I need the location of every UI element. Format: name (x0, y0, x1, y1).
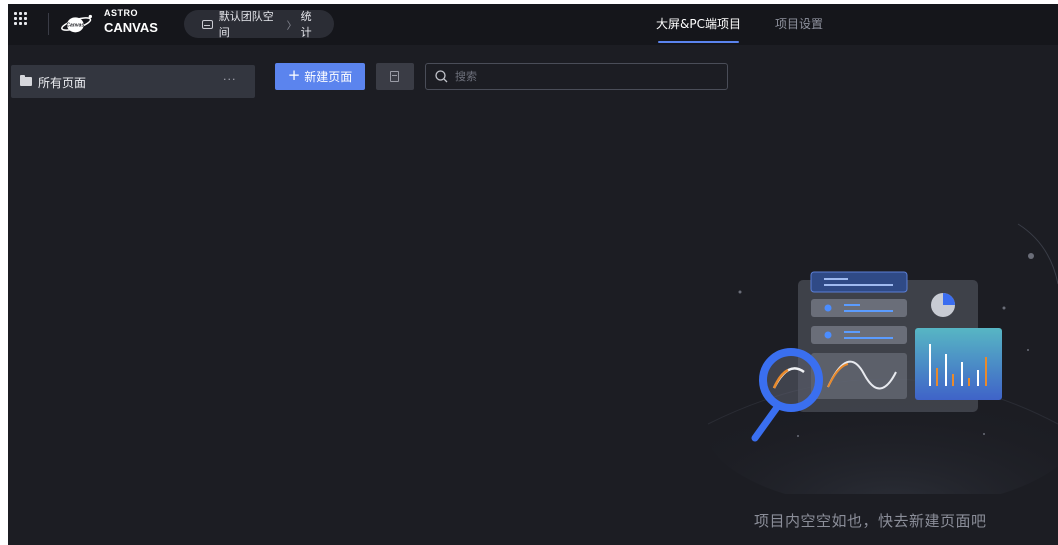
empty-illustration (703, 223, 1058, 494)
more-icon[interactable]: ··· (223, 73, 237, 86)
import-file-icon (390, 71, 399, 82)
new-page-button[interactable]: + 新建页面 (275, 63, 365, 90)
sidebar-item-label: 所有页面 (38, 76, 87, 90)
tab-project-settings[interactable]: 项目设置 (775, 4, 823, 45)
apps-grid-icon[interactable] (14, 12, 32, 30)
new-page-label: 新建页面 (304, 70, 353, 84)
logo-main-text: CANVAS (104, 20, 158, 35)
breadcrumb-project: 统计 (300, 10, 312, 39)
monitor-icon (202, 19, 213, 29)
breadcrumb-separator: 〉 (286, 20, 297, 32)
logo-planet-text: Canvas (66, 23, 84, 29)
search-box[interactable] (425, 63, 728, 90)
plus-icon: + (287, 66, 301, 84)
logo-top-text: ASTRO (104, 8, 138, 18)
logo-planet-icon: Canvas (61, 14, 92, 33)
breadcrumb-team[interactable]: 默认团队空间 (219, 8, 283, 40)
breadcrumb[interactable]: 默认团队空间 〉 统计 (184, 8, 334, 40)
sidebar-item-all-pages[interactable]: 所有页面 ··· (11, 65, 255, 98)
empty-state-message: 项目内空空如也，快去新建页面吧 (754, 512, 987, 530)
tab-screen-pc-projects[interactable]: 大屏&PC端项目 (656, 4, 741, 45)
search-icon (435, 70, 448, 83)
folder-icon (20, 75, 32, 86)
top-header: Canvas ASTRO CANVAS 默认团队空间 〉 统计 大屏&PC端项目… (8, 4, 1058, 45)
import-page-button[interactable] (376, 63, 414, 90)
header-divider (48, 13, 49, 35)
app-logo[interactable]: Canvas ASTRO CANVAS (58, 6, 168, 42)
app-window: Canvas ASTRO CANVAS 默认团队空间 〉 统计 大屏&PC端项目… (8, 4, 1058, 545)
search-input[interactable] (455, 67, 720, 86)
